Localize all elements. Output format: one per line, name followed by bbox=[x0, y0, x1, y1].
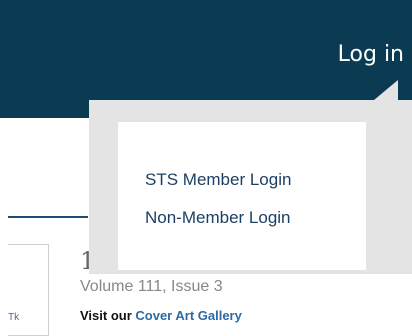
dropdown-caret bbox=[374, 80, 398, 100]
cover-art-gallery-link[interactable]: Cover Art Gallery bbox=[135, 308, 241, 323]
cover-art-line: Visit our Cover Art Gallery bbox=[80, 308, 242, 323]
cover-card-snippet: Tk bbox=[8, 312, 20, 323]
sts-member-login-link[interactable]: STS Member Login bbox=[145, 170, 291, 190]
cover-art-prefix: Visit our bbox=[80, 308, 136, 323]
non-member-login-link[interactable]: Non-Member Login bbox=[145, 208, 291, 228]
section-divider bbox=[8, 216, 88, 218]
issue-volume-line: Volume 111, Issue 3 bbox=[80, 278, 223, 295]
login-dropdown-panel bbox=[118, 122, 366, 270]
login-link[interactable]: Log in bbox=[338, 42, 404, 67]
